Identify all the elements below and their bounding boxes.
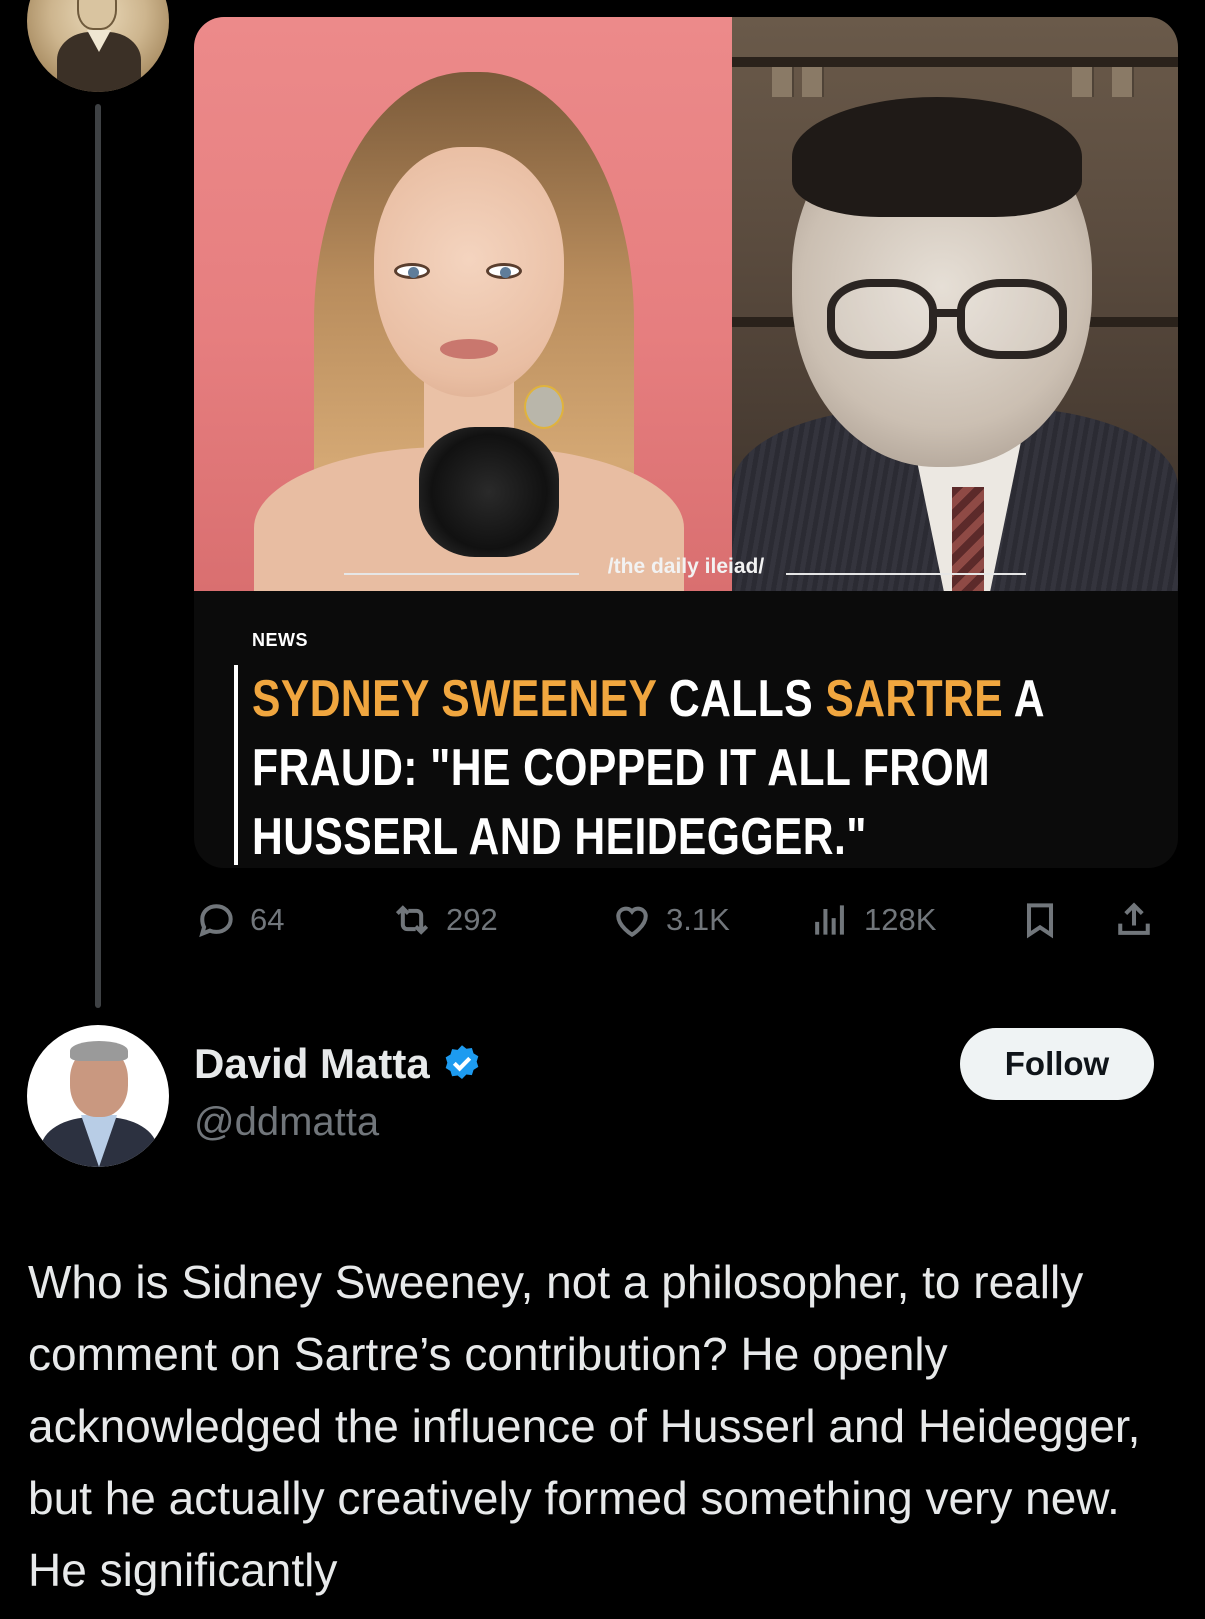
- glasses-left-lens: [827, 279, 937, 359]
- view-count: 128K: [864, 902, 937, 937]
- bookmark-icon: [1026, 903, 1054, 939]
- photo-man: [732, 17, 1178, 591]
- follow-button[interactable]: Follow: [960, 1028, 1154, 1100]
- like-count: 3.1K: [666, 902, 730, 937]
- views-button[interactable]: 128K: [808, 895, 936, 945]
- woman-eye-right: [486, 263, 522, 279]
- bookshelf: [732, 57, 1178, 67]
- headline: SYDNEY SWEENEY CALLS SARTRE A FRAUD: "HE…: [252, 665, 1170, 868]
- author-handle[interactable]: @ddmatta: [194, 1100, 379, 1145]
- tweet-text: Who is Sidney Sweeney, not a philosopher…: [28, 1256, 1141, 1596]
- headline-accent-bar: [234, 665, 238, 865]
- repost-count: 292: [446, 902, 498, 937]
- book: [1072, 67, 1094, 97]
- avatar-hair: [70, 1041, 128, 1061]
- headline-line-3: HUSSERL AND HEIDEGGER.": [252, 808, 867, 866]
- headline-text: A: [1013, 670, 1046, 728]
- woman-lips: [440, 339, 498, 359]
- verified-badge-icon: [445, 1045, 479, 1080]
- woman-eye-left: [394, 263, 430, 279]
- photo-woman: [194, 17, 732, 591]
- repost-button[interactable]: 292: [390, 895, 498, 945]
- reply-count: 64: [250, 902, 285, 937]
- headline-sartre-highlight: SARTRE: [825, 670, 1004, 728]
- thread-author-avatar[interactable]: [27, 0, 169, 92]
- news-section-label: NEWS: [252, 630, 308, 650]
- book: [772, 67, 794, 97]
- tweet-media-image[interactable]: /the daily ileiad/ NEWS SYDNEY SWEENEY C…: [194, 17, 1178, 868]
- man-hair: [792, 97, 1082, 217]
- book: [1112, 67, 1134, 97]
- headline-name-highlight: SYDNEY SWEENEY: [252, 670, 657, 728]
- reply-author-avatar[interactable]: [27, 1025, 169, 1167]
- like-button[interactable]: 3.1K: [610, 895, 730, 945]
- share-icon: [1118, 902, 1150, 935]
- avatar-head: [77, 0, 117, 30]
- reply-icon: [199, 904, 233, 938]
- share-button[interactable]: [1112, 895, 1156, 945]
- glasses-right-lens: [957, 279, 1067, 359]
- analytics-icon: [815, 905, 844, 935]
- tweet-action-bar: 64 292 3.1K 128K: [194, 895, 1178, 945]
- thread-connector-line: [95, 104, 101, 1008]
- book: [802, 67, 824, 97]
- repost-icon: [395, 905, 429, 935]
- headline-line-1: SYDNEY SWEENEY CALLS SARTRE A: [252, 665, 1170, 734]
- author-display-name[interactable]: David Matta: [194, 1040, 430, 1088]
- author-name-row[interactable]: David Matta: [194, 1040, 484, 1088]
- brand-watermark: /the daily ileiad/: [607, 555, 765, 578]
- headline-text: CALLS: [668, 670, 814, 728]
- reply-button[interactable]: 64: [194, 895, 284, 945]
- headline-line-2: FRAUD: "HE COPPED IT ALL FROM: [252, 739, 991, 797]
- glasses-bridge: [930, 309, 960, 317]
- heart-icon: [616, 906, 648, 938]
- woman-choker: [419, 427, 559, 557]
- bookmark-button[interactable]: [1018, 895, 1062, 945]
- bee-sticker: [524, 385, 564, 429]
